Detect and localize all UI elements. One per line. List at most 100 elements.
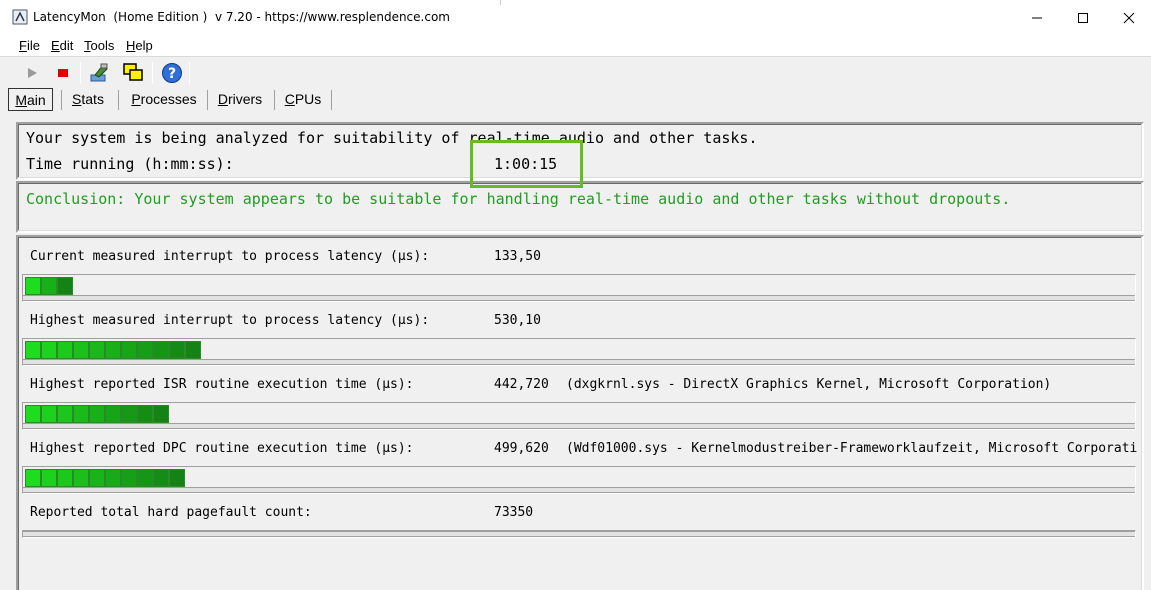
metric-value: 530,10 [494, 313, 541, 328]
metric-label: Highest measured interrupt to process la… [30, 313, 430, 328]
stop-icon [58, 69, 68, 77]
tab-main[interactable]: Main [8, 88, 53, 111]
bar-segment [41, 405, 57, 423]
bar-segment [57, 405, 73, 423]
bar-segment [89, 405, 105, 423]
bar-segment [41, 277, 57, 295]
menu-tools[interactable]: Tools [84, 38, 114, 53]
tab-cpus[interactable]: CPUs [278, 88, 328, 111]
metric-value: 499,620 [494, 441, 549, 456]
bar-segment [153, 405, 169, 423]
metric-detail: (dxgkrnl.sys - DirectX Graphics Kernel, … [566, 377, 1052, 392]
latency-bar-fill [25, 405, 169, 423]
bar-segment [25, 469, 41, 487]
bar-segment [57, 469, 73, 487]
help-button[interactable]: ? [160, 61, 184, 85]
bar-segment [89, 341, 105, 359]
minimize-icon [1032, 17, 1042, 19]
bar-segment [25, 341, 41, 359]
bar-segment [73, 405, 89, 423]
divider [500, 0, 501, 5]
menu-file[interactable]: File [19, 38, 40, 53]
tab-separator [61, 90, 62, 110]
bar-segment [153, 341, 169, 359]
latency-bar [22, 338, 1136, 366]
metric-label: Highest reported DPC routine execution t… [30, 441, 414, 456]
title-bar: LatencyMon (Home Edition ) v 7.20 - http… [0, 0, 1151, 36]
maximize-icon [1078, 13, 1088, 23]
maximize-button[interactable] [1060, 0, 1106, 36]
conclusion-text: Conclusion: Your system appears to be su… [26, 190, 1011, 208]
time-running-label: Time running (h:mm:ss): [26, 155, 234, 173]
bar-segment [25, 405, 41, 423]
conclusion-panel: Conclusion: Your system appears to be su… [16, 181, 1144, 233]
tools-icon [90, 63, 108, 82]
bar-segment [137, 469, 153, 487]
bar-segment [185, 341, 201, 359]
menu-bar: File Edit Tools Help [0, 36, 1151, 56]
bar-segment [41, 469, 57, 487]
bar-segment [137, 405, 153, 423]
tab-separator [118, 90, 119, 110]
bar-segment [121, 405, 137, 423]
metric-value: 133,50 [494, 249, 541, 264]
pagefault-bar [22, 530, 1136, 538]
toolbar-separator [80, 62, 81, 84]
bar-segment [73, 469, 89, 487]
tab-separator [207, 90, 208, 110]
time-highlight-box [470, 140, 583, 188]
latency-bar-fill [25, 277, 73, 295]
latency-bar-fill [25, 469, 185, 487]
bar-segment [137, 341, 153, 359]
bar-segment [41, 341, 57, 359]
bar-segment [121, 341, 137, 359]
start-button[interactable] [20, 61, 44, 85]
window-title: LatencyMon (Home Edition ) v 7.20 - http… [33, 10, 450, 24]
close-button[interactable] [1106, 0, 1151, 36]
bar-segment [169, 341, 185, 359]
latency-bar [22, 274, 1136, 302]
latency-bar [22, 466, 1136, 494]
bar-segment [105, 405, 121, 423]
tab-bar: Main Stats Processes Drivers CPUs [0, 88, 1151, 112]
bar-segment [169, 469, 185, 487]
play-icon [28, 68, 37, 78]
analysis-status-text: Your system is being analyzed for suitab… [26, 129, 758, 147]
bar-segment [105, 341, 121, 359]
bar-segment [105, 469, 121, 487]
tab-processes[interactable]: Processes [122, 88, 206, 111]
close-icon [1123, 12, 1135, 24]
metric-label: Reported total hard pagefault count: [30, 505, 312, 520]
menu-edit[interactable]: Edit [51, 38, 73, 53]
tab-drivers[interactable]: Drivers [210, 88, 270, 111]
svg-text:?: ? [168, 66, 176, 82]
metric-value: 442,720 [494, 377, 549, 392]
tab-stats[interactable]: Stats [64, 88, 112, 111]
menu-help[interactable]: Help [126, 38, 153, 53]
tools-button[interactable] [88, 61, 112, 85]
metric-detail: (Wdf01000.sys - Kernelmodustreiber-Frame… [566, 441, 1138, 456]
latency-bar [22, 402, 1136, 430]
bar-segment [89, 469, 105, 487]
toolbar-separator [189, 62, 190, 84]
bar-segment [121, 469, 137, 487]
cpu-windows-button[interactable] [121, 61, 145, 85]
latency-bar-fill [25, 341, 201, 359]
tab-separator [274, 90, 275, 110]
cpu-windows-icon [123, 63, 143, 81]
metric-value: 73350 [494, 505, 534, 520]
bar-segment [153, 469, 169, 487]
toolbar-separator [152, 62, 153, 84]
stop-button[interactable] [51, 61, 75, 85]
bar-segment [25, 277, 41, 295]
app-icon [12, 9, 28, 25]
bar-segment [73, 341, 89, 359]
bar-segment [57, 341, 73, 359]
minimize-button[interactable] [1014, 0, 1060, 36]
bar-segment [57, 277, 73, 295]
tab-separator [331, 90, 332, 110]
toolbar: ? [0, 56, 1151, 88]
metric-label: Current measured interrupt to process la… [30, 249, 430, 264]
help-icon: ? [162, 63, 182, 83]
metric-label: Highest reported ISR routine execution t… [30, 377, 414, 392]
